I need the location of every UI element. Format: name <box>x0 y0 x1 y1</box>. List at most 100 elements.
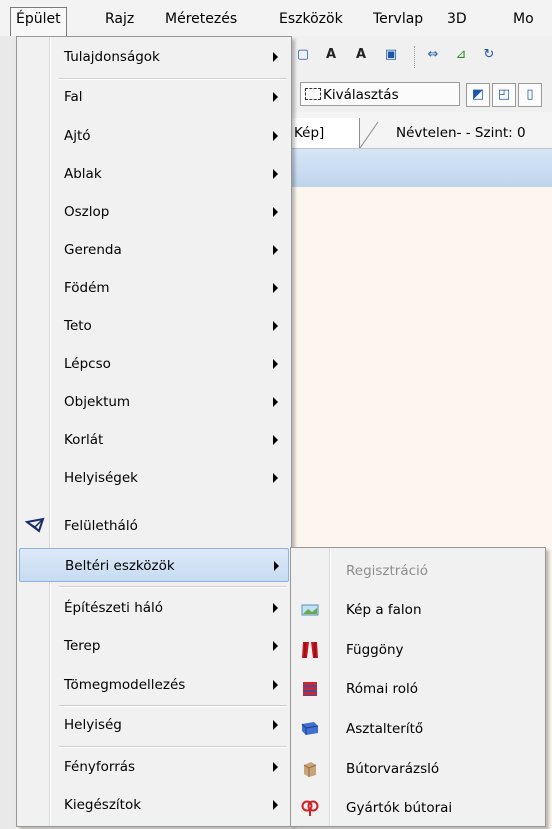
manufacturer-furniture-icon <box>301 800 319 816</box>
menu-item-label: Kiegészítok <box>64 797 142 813</box>
menu-more[interactable]: Mo <box>508 8 539 30</box>
left-panel-strip <box>0 36 16 829</box>
menu-separator <box>59 586 287 588</box>
submenu-item-asztalterito[interactable]: Asztalterítő <box>293 710 543 748</box>
roman-blind-icon <box>303 682 317 696</box>
submenu-arrow-icon <box>273 473 278 483</box>
select-button-label: Kiválasztás <box>323 87 399 103</box>
menu-item-tulajdonsagok[interactable]: Tulajdonságok <box>19 40 289 74</box>
submenu-arrow-icon <box>273 52 278 62</box>
menu-item-feluletalo[interactable]: Felületháló <box>19 509 289 543</box>
menu-separator <box>59 746 287 748</box>
submenu-item-label: Függöny <box>346 642 404 658</box>
select-button[interactable]: Kiválasztás <box>300 82 460 106</box>
menu-item-teto[interactable]: Teto <box>19 309 289 343</box>
submenu-arrow-icon <box>273 321 278 331</box>
menu-item-epiteszeti-halo[interactable]: Építészeti háló <box>19 591 289 625</box>
curtain-icon <box>302 642 318 658</box>
belteri-eszkozok-submenu: Regisztráció Kép a falon Függöny Római r… <box>290 547 546 827</box>
submenu-arrow-icon <box>273 603 278 613</box>
submenu-arrow-icon <box>273 397 278 407</box>
menu-item-label: Gerenda <box>64 242 122 258</box>
menubar: Épület Rajz Méretezés Eszközök Tervlap 3… <box>0 0 552 38</box>
menu-item-helyiseg[interactable]: Helyiség <box>19 708 289 742</box>
submenu-arrow-icon <box>273 720 278 730</box>
menu-eszkozok[interactable]: Eszközök <box>274 8 348 30</box>
mesh-icon <box>25 517 45 533</box>
submenu-arrow-icon <box>273 762 278 772</box>
menu-item-objektum[interactable]: Objektum <box>19 385 289 419</box>
mirror-icon[interactable]: ⊿ <box>450 44 472 66</box>
menu-item-label: Tömegmodellezés <box>64 677 186 693</box>
view-titlebar <box>288 149 552 188</box>
menu-item-label: Helyiségek <box>64 470 138 486</box>
epulet-dropdown-menu: Tulajdonságok Fal Ajtó Ablak Oszlop Gere… <box>16 36 292 827</box>
submenu-item-label: Regisztráció <box>346 563 429 579</box>
selection-frame-icon <box>305 88 321 100</box>
menu-item-belteri-eszkozok[interactable]: Beltéri eszközök <box>19 548 289 582</box>
menu-item-label: Födém <box>64 280 110 296</box>
submenu-arrow-icon <box>273 641 278 651</box>
submenu-arrow-icon <box>273 169 278 179</box>
menu-item-label: Teto <box>64 318 92 334</box>
text-edit-icon[interactable]: A <box>350 44 372 66</box>
picture-icon <box>301 604 319 616</box>
menu-item-gerenda[interactable]: Gerenda <box>19 233 289 267</box>
menu-item-kiegeszitok[interactable]: Kiegészítok <box>19 788 289 822</box>
menu-3d[interactable]: 3D <box>442 8 472 30</box>
toolbar-separator <box>414 46 416 68</box>
menu-item-fenyforras[interactable]: Fényforrás <box>19 750 289 784</box>
tab-nevtelen[interactable]: Névtelen- - Szint: 0 <box>374 118 526 148</box>
menu-item-helyisegek[interactable]: Helyiségek <box>19 461 289 495</box>
menu-item-terep[interactable]: Terep <box>19 629 289 663</box>
menu-item-label: Felületháló <box>64 518 138 534</box>
menu-item-label: Objektum <box>64 394 131 410</box>
menu-item-label: Ablak <box>64 166 102 182</box>
menu-item-fal[interactable]: Fal <box>19 80 289 114</box>
menu-item-label: Fényforrás <box>64 759 136 775</box>
menu-item-ajto[interactable]: Ajtó <box>19 119 289 153</box>
window-icon[interactable]: ▣ <box>380 44 402 66</box>
submenu-item-label: Bútorvarázsló <box>346 761 440 777</box>
menu-item-label: Ajtó <box>64 128 91 144</box>
toolbar-square-icon[interactable]: ▢ <box>292 44 314 66</box>
menu-item-korlat[interactable]: Korlát <box>19 423 289 457</box>
move-arrows-icon[interactable]: ⇔ <box>422 44 444 66</box>
submenu-arrow-icon <box>273 283 278 293</box>
menu-item-label: Építészeti háló <box>64 600 164 616</box>
menu-item-lepcso[interactable]: Lépcso <box>19 347 289 381</box>
submenu-arrow-icon <box>274 561 279 571</box>
menu-item-tomegmodellezes[interactable]: Tömegmodellezés <box>19 668 289 702</box>
tablecloth-icon <box>301 722 319 735</box>
tab-kep[interactable]: Kép] <box>288 118 360 148</box>
submenu-arrow-icon <box>273 800 278 810</box>
rotate-icon[interactable]: ↻ <box>478 44 500 66</box>
menu-rajz[interactable]: Rajz <box>100 8 139 30</box>
submenu-item-gyartok-butorai[interactable]: Gyártók bútorai <box>293 789 543 827</box>
menu-item-label: Terep <box>64 638 101 654</box>
menu-item-label: Oszlop <box>64 204 110 220</box>
menu-epulet[interactable]: Épület <box>10 7 67 38</box>
menu-item-label: Helyiség <box>64 717 122 733</box>
menu-item-label: Lépcso <box>64 356 111 372</box>
shape-icon[interactable]: ◰ <box>492 83 516 107</box>
menu-item-label: Tulajdonságok <box>64 49 160 65</box>
menu-item-fodem[interactable]: Födém <box>19 271 289 305</box>
text-attribute-icon[interactable]: A <box>320 44 342 66</box>
menu-item-oszlop[interactable]: Oszlop <box>19 195 289 229</box>
submenu-arrow-icon <box>273 92 278 102</box>
submenu-arrow-icon <box>273 207 278 217</box>
submenu-item-fuggony[interactable]: Függöny <box>293 631 543 669</box>
menu-item-ablak[interactable]: Ablak <box>19 157 289 191</box>
submenu-arrow-icon <box>273 245 278 255</box>
menu-meretezes[interactable]: Méretezés <box>160 8 242 30</box>
submenu-item-label: Római roló <box>346 681 419 697</box>
tool-icon[interactable]: ▯ <box>518 83 542 107</box>
menu-tervlap[interactable]: Tervlap <box>368 8 428 30</box>
submenu-item-kep-a-falon[interactable]: Kép a falon <box>293 591 543 629</box>
chart-icon[interactable]: ◩ <box>466 83 490 107</box>
menu-item-label: Beltéri eszközök <box>65 558 175 574</box>
submenu-arrow-icon <box>273 680 278 690</box>
submenu-item-romai-rolo[interactable]: Római roló <box>293 670 543 708</box>
submenu-item-butorvarazslo[interactable]: Bútorvarázsló <box>293 750 543 788</box>
